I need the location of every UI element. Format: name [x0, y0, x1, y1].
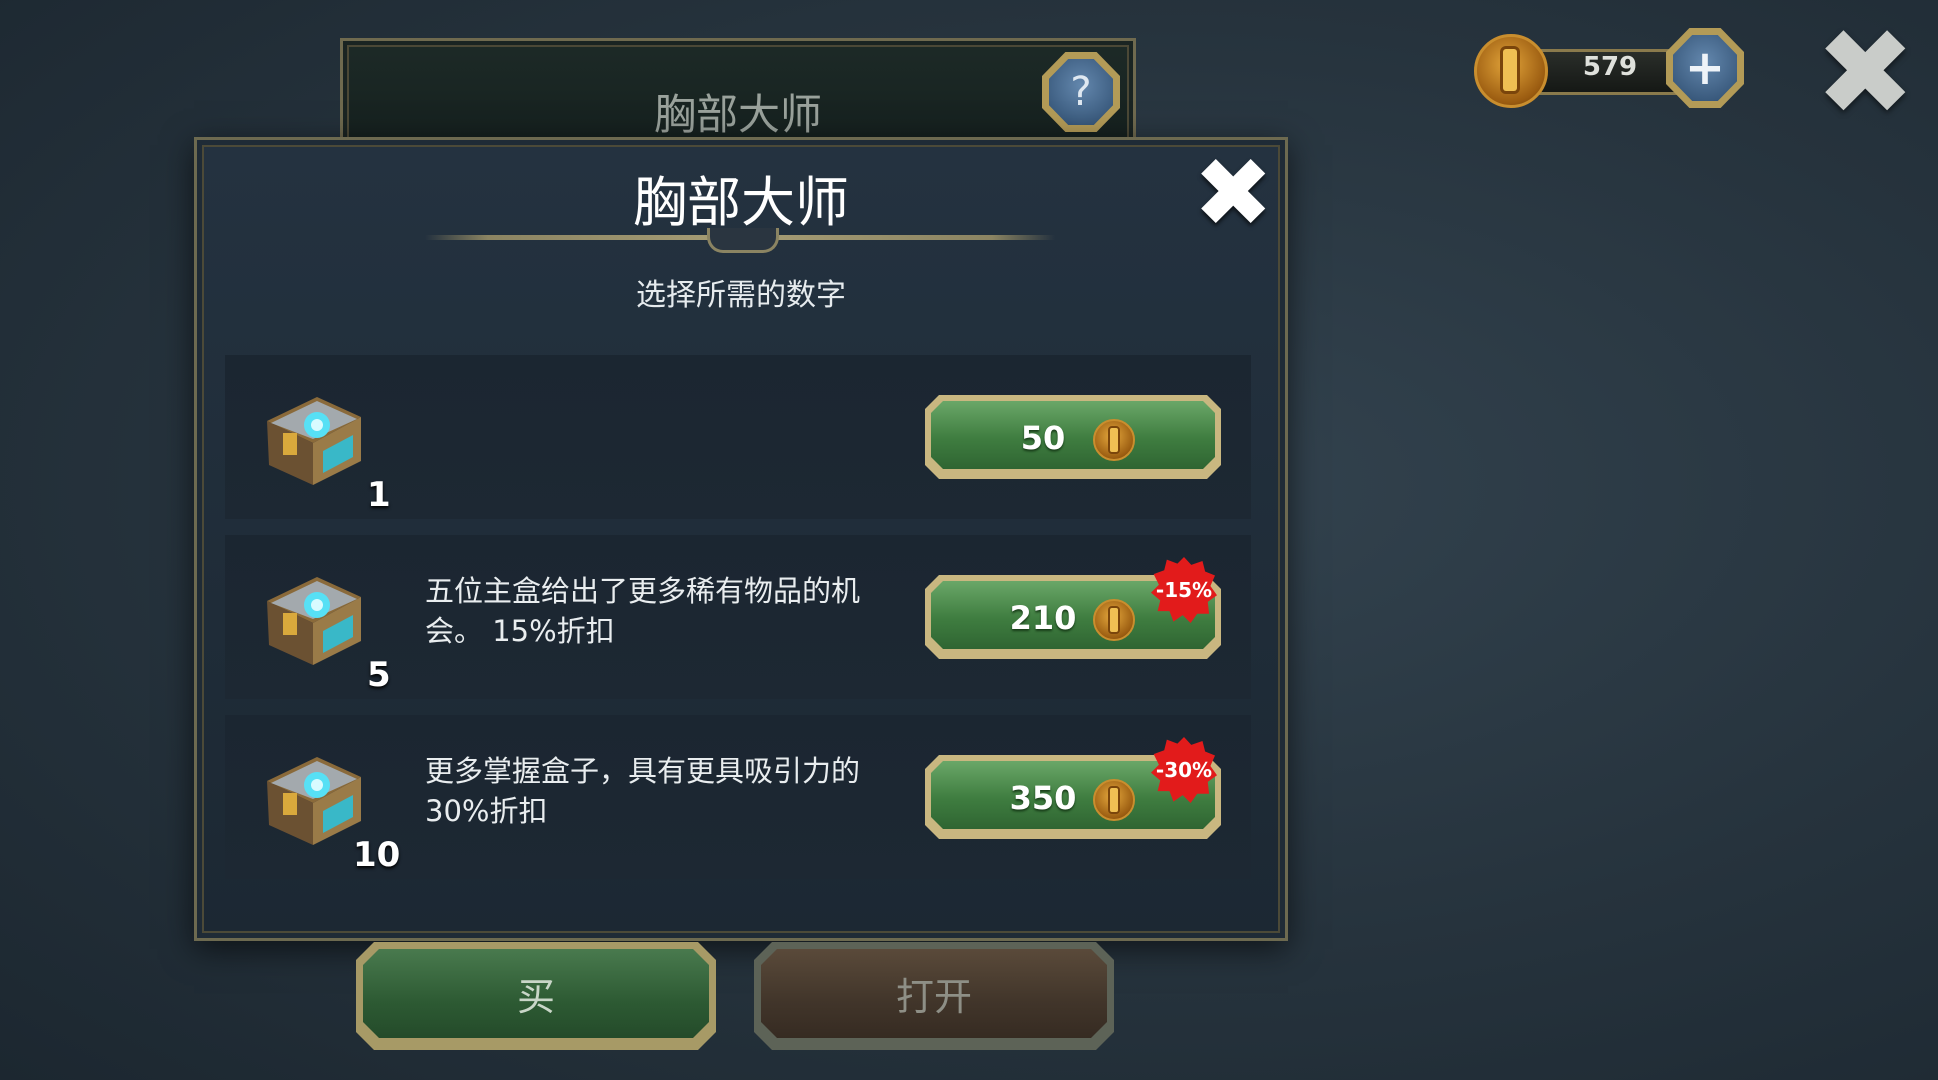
option-description: 五位主盒给出了更多稀有物品的机会。 15%折扣 — [425, 574, 861, 648]
buy-button-label: 买 — [363, 949, 709, 1038]
open-button[interactable]: 打开 — [754, 942, 1114, 1050]
help-icon: ? — [1049, 59, 1113, 125]
treasure-chest-icon — [267, 757, 361, 845]
treasure-chest-icon — [267, 397, 361, 485]
treasure-chest-icon — [267, 577, 361, 665]
background-panel-title: 胸部大师 — [653, 90, 822, 139]
option-row[interactable]: 1 50 — [225, 355, 1251, 519]
option-quantity: 10 — [353, 835, 401, 875]
purchase-dialog: 胸部大师 选择所需的数字 ✖ 1 50 5 五位主盒给出了更多稀有物品的机会。 … — [194, 137, 1288, 941]
gold-coin-icon — [1474, 34, 1548, 108]
option-quantity: 5 — [367, 655, 391, 695]
gold-coin-icon — [1093, 599, 1135, 641]
close-dialog-button[interactable]: ✖ — [1193, 145, 1273, 241]
open-button-label: 打开 — [761, 949, 1107, 1038]
buy-button[interactable]: 买 — [356, 942, 716, 1050]
dialog-title: 胸部大师 — [633, 171, 849, 234]
option-description: 更多掌握盒子，具有更具吸引力的30%折扣 — [425, 754, 861, 828]
divider-ornament — [707, 228, 779, 253]
option-row[interactable]: 5 五位主盒给出了更多稀有物品的机会。 15%折扣 210 -15% — [225, 535, 1251, 699]
price-button[interactable]: 50 — [925, 395, 1221, 479]
option-row[interactable]: 10 更多掌握盒子，具有更具吸引力的30%折扣 350 -30% — [225, 715, 1251, 879]
gold-coin-icon — [1093, 419, 1135, 461]
coin-balance: 579 — [1582, 52, 1638, 82]
close-screen-button[interactable]: ✖ — [1815, 14, 1916, 134]
plus-icon: + — [1673, 35, 1737, 101]
option-quantity: 1 — [367, 475, 391, 515]
gold-coin-icon — [1093, 779, 1135, 821]
add-coins-button[interactable]: + — [1666, 28, 1744, 108]
dialog-subtitle: 选择所需的数字 — [636, 278, 846, 313]
